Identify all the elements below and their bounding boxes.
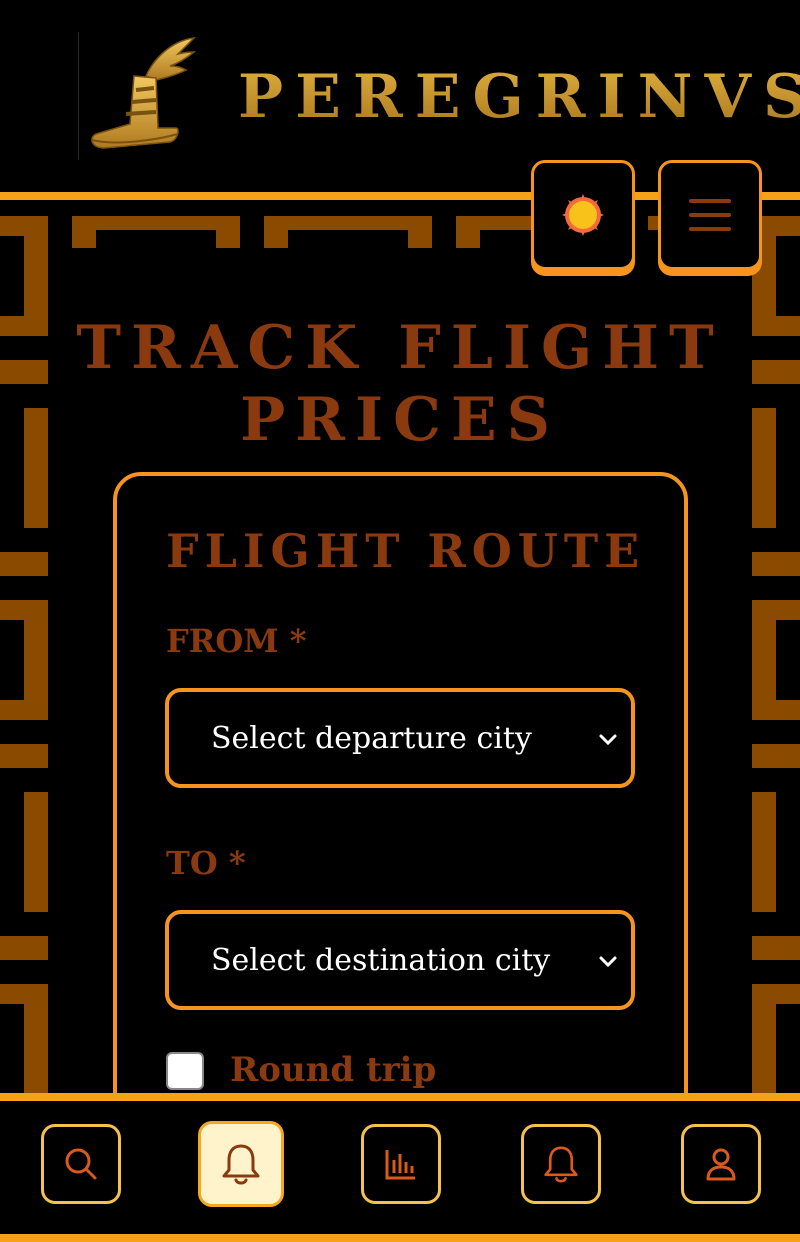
- sun-icon: [562, 194, 604, 236]
- section-title: FLIGHT ROUTE: [166, 524, 646, 578]
- menu-button[interactable]: [658, 160, 762, 270]
- chevron-down-icon: [599, 956, 617, 968]
- from-select[interactable]: Select departure city: [165, 688, 635, 788]
- bell-icon: [222, 1144, 260, 1185]
- nav-stats-button[interactable]: [361, 1124, 441, 1204]
- bell-icon: [544, 1146, 578, 1183]
- to-select[interactable]: Select destination city: [165, 910, 635, 1010]
- theme-toggle-button[interactable]: [531, 160, 635, 270]
- logo-divider: [78, 32, 79, 160]
- brand-name: PEREGRINVS: [238, 62, 800, 132]
- page-title-line-2: PRICES: [240, 385, 560, 455]
- nav-notifications-button[interactable]: [521, 1124, 601, 1204]
- page-title-line-1: TRACK FLIGHT: [76, 313, 724, 383]
- winged-sandal-icon[interactable]: [86, 36, 198, 152]
- from-select-value: Select departure city: [211, 720, 532, 756]
- search-icon: [65, 1148, 97, 1180]
- round-trip-label[interactable]: Round trip: [230, 1050, 436, 1090]
- round-trip-checkbox[interactable]: [166, 1052, 204, 1090]
- chevron-down-icon: [599, 734, 617, 746]
- bottom-rule: [0, 1234, 800, 1242]
- hamburger-menu-icon: [689, 199, 731, 231]
- user-icon: [706, 1148, 736, 1181]
- nav-profile-button[interactable]: [681, 1124, 761, 1204]
- to-select-value: Select destination city: [211, 942, 551, 978]
- nav-search-button[interactable]: [41, 1124, 121, 1204]
- nav-alerts-button-active[interactable]: [198, 1121, 284, 1207]
- bar-chart-icon: [385, 1150, 415, 1180]
- from-label: FROM *: [166, 622, 307, 660]
- to-label: TO *: [166, 844, 246, 882]
